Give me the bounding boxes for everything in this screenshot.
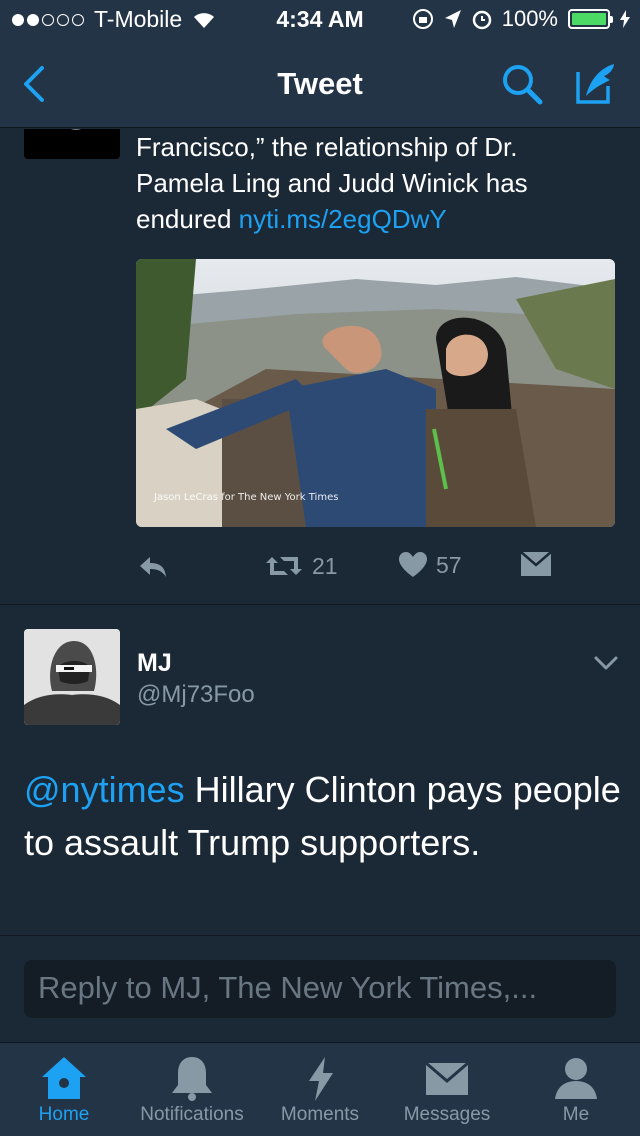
reply-composer: Reply to MJ, The New York Times,... — [0, 935, 640, 1041]
retweet-count: 21 — [312, 552, 338, 579]
status-right: 100% — [412, 6, 630, 32]
navigation-bar: Tweet — [0, 40, 640, 128]
battery-icon — [568, 9, 613, 29]
tab-moments[interactable]: Moments — [270, 1043, 370, 1136]
retweet-icon — [266, 557, 302, 575]
mj-avatar[interactable] — [24, 629, 120, 725]
bell-icon — [172, 1057, 212, 1101]
tweet-text: Francisco,” the relationship of Dr. Pame… — [136, 129, 606, 237]
charging-icon — [620, 10, 630, 28]
reply-button[interactable] — [136, 551, 170, 581]
lightning-icon — [309, 1057, 333, 1101]
tweet-divider — [0, 604, 640, 605]
like-button[interactable]: 57 — [398, 551, 462, 579]
reply-icon — [140, 557, 166, 577]
robot-avatar-image — [24, 629, 120, 725]
tab-messages[interactable]: Messages — [394, 1043, 500, 1136]
tweet-actions: 21 57 — [136, 551, 606, 591]
compose-icon[interactable] — [570, 58, 622, 110]
home-icon — [42, 1057, 86, 1099]
tab-home-label: Home — [38, 1104, 90, 1125]
photo-image — [136, 259, 615, 527]
mention-link[interactable]: @nytimes — [24, 769, 185, 810]
envelope-icon — [425, 1061, 469, 1095]
alarm-icon — [472, 10, 491, 30]
retweet-button[interactable]: 21 — [264, 551, 338, 581]
tab-me[interactable]: Me — [534, 1043, 618, 1136]
search-icon[interactable] — [498, 60, 546, 108]
person-icon — [555, 1058, 597, 1099]
rotation-lock-icon — [412, 9, 433, 29]
tab-bar: Home Notifications Moments Messages Me — [0, 1042, 640, 1136]
heart-icon — [399, 552, 427, 577]
envelope-icon — [520, 551, 552, 576]
status-bar: T-Mobile 4:34 AM 100% — [0, 0, 640, 40]
reply-tweet-text: @nytimes Hillary Clinton pays people to … — [24, 763, 624, 869]
nytimes-avatar[interactable] — [24, 129, 120, 159]
reply-author-name[interactable]: MJ — [137, 649, 172, 678]
like-count: 57 — [436, 551, 462, 578]
battery-percent: 100% — [501, 6, 558, 31]
tweet-link[interactable]: nyti.ms/2egQDwY — [239, 204, 447, 234]
tweet-photo[interactable]: Jason LeCras for The New York Times — [136, 259, 615, 527]
chevron-down-icon[interactable] — [592, 653, 620, 673]
nyt-logo-icon — [71, 129, 81, 130]
location-icon — [444, 10, 461, 28]
tab-messages-label: Messages — [403, 1104, 491, 1125]
tab-moments-label: Moments — [280, 1104, 360, 1125]
tab-me-label: Me — [562, 1104, 590, 1125]
tab-notifications[interactable]: Notifications — [128, 1043, 256, 1136]
reply-author-handle[interactable]: @Mj73Foo — [137, 681, 255, 709]
direct-message-button[interactable] — [520, 551, 552, 577]
tab-notifications-label: Notifications — [140, 1104, 244, 1125]
photo-credit: Jason LeCras for The New York Times — [154, 492, 339, 503]
tab-home[interactable]: Home — [14, 1043, 114, 1136]
tweet-detail: Francisco,” the relationship of Dr. Pame… — [0, 129, 640, 935]
reply-input[interactable]: Reply to MJ, The New York Times,... — [24, 960, 616, 1018]
